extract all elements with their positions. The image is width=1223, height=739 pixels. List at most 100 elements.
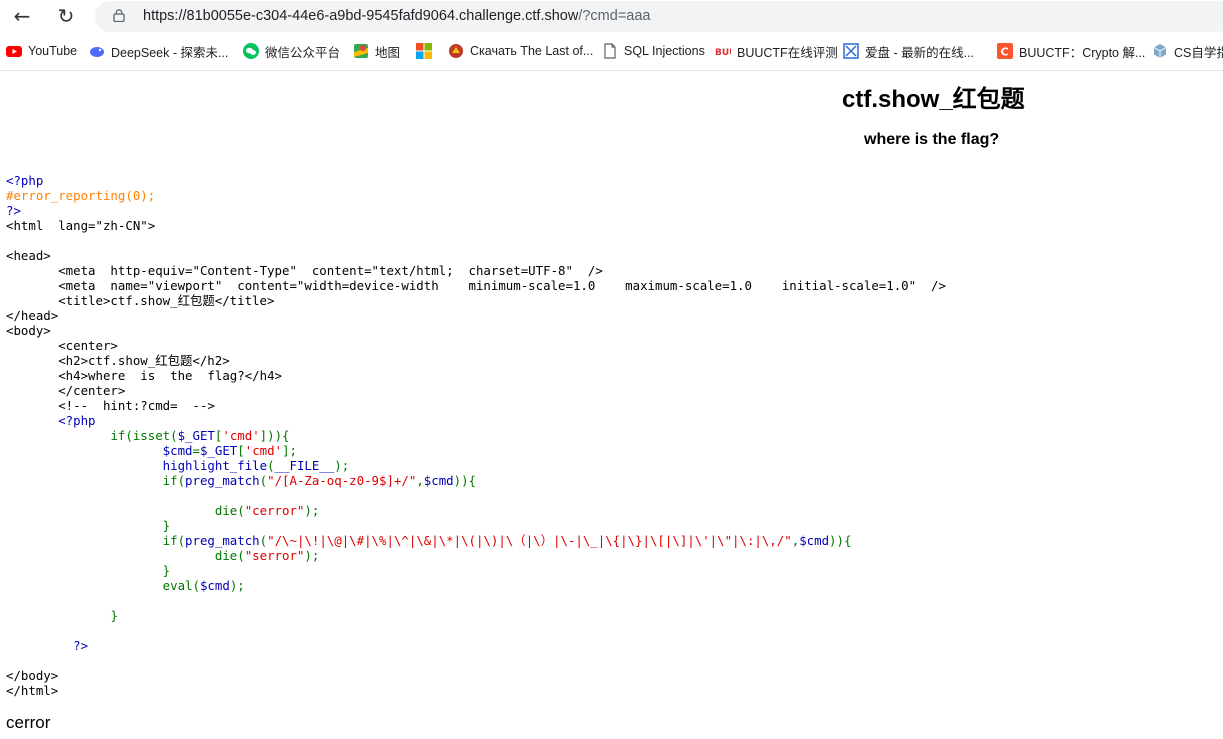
browser-toolbar: ← ↻ https://81b0055e-c304-44e6-a9bd-9545… bbox=[0, 0, 1223, 71]
code-token: 'cmd' bbox=[244, 443, 283, 458]
code-token: } bbox=[110, 608, 118, 623]
code-line: <?php bbox=[6, 413, 95, 428]
code-token: ?> bbox=[6, 203, 21, 218]
code-line: die("cerror"); bbox=[6, 503, 319, 518]
code-token: } bbox=[162, 518, 171, 533]
code-token: <center> bbox=[6, 338, 118, 353]
eval-output: cerror bbox=[6, 713, 51, 732]
bookmark-deepseek[interactable]: DeepSeek - 探索未... bbox=[89, 42, 228, 60]
code-line: ?> bbox=[6, 638, 88, 653]
code-line: } bbox=[6, 518, 170, 533]
code-token: highlight_file bbox=[162, 458, 268, 473]
buuctf-icon: BUU bbox=[715, 43, 736, 59]
code-line: } bbox=[6, 563, 170, 578]
game-icon bbox=[448, 43, 464, 59]
code-token: ); bbox=[304, 548, 320, 563]
microsoft-icon bbox=[416, 43, 432, 59]
bookmark-label: BUUCTF在线评测 bbox=[737, 45, 838, 60]
code-token: ]; bbox=[282, 443, 297, 458]
code-token: ); bbox=[229, 578, 245, 593]
bookmark-label: DeepSeek - 探索未... bbox=[111, 45, 229, 60]
code-token: <h2>ctf.show_红包题</h2> bbox=[6, 353, 230, 368]
code-token: if( bbox=[162, 533, 186, 548]
code-line: <h4>where is the flag?</h4> bbox=[6, 368, 282, 383]
bookmark-buuctf[interactable]: BUU BUUCTF在线评测 bbox=[715, 42, 838, 60]
code-token: preg_match bbox=[185, 473, 260, 488]
bookmark-cs-guide[interactable]: CS自学指 bbox=[1152, 42, 1223, 60]
code-token: </html> bbox=[6, 683, 59, 698]
address-bar[interactable]: https://81b0055e-c304-44e6-a9bd-9545fafd… bbox=[95, 1, 1223, 32]
deepseek-icon bbox=[89, 43, 105, 59]
back-arrow-icon[interactable]: ← bbox=[8, 4, 36, 28]
code-token: <meta http-equiv="Content-Type" content=… bbox=[6, 263, 603, 278]
code-line: eval($cmd); bbox=[6, 578, 245, 593]
code-token: ( bbox=[259, 473, 268, 488]
code-line: <?php bbox=[6, 173, 43, 188]
bookmark-maps[interactable]: 地图 bbox=[353, 42, 400, 60]
code-token: <meta name="viewport" content="width=dev… bbox=[6, 278, 946, 293]
bookmark-label: 地图 bbox=[375, 45, 401, 60]
code-line: highlight_file(__FILE__); bbox=[6, 458, 350, 473]
code-line: </html> bbox=[6, 683, 58, 698]
code-token: preg_match bbox=[185, 533, 260, 548]
bookmark-label: BUUCTF：Crypto 解... bbox=[1019, 45, 1146, 60]
page-content: ctf.show_红包题 where is the flag? <?php #e… bbox=[0, 71, 1223, 739]
url-text[interactable]: https://81b0055e-c304-44e6-a9bd-9545fafd… bbox=[143, 8, 650, 24]
code-line: <title>ctf.show_红包题</title> bbox=[6, 293, 274, 308]
code-line: <center> bbox=[6, 338, 118, 353]
code-token: ( bbox=[259, 533, 268, 548]
code-line: if(preg_match("/[A-Za-oq-z0-9$]+/",$cmd)… bbox=[6, 473, 476, 488]
code-token: <title>ctf.show_红包题</title> bbox=[6, 293, 275, 308]
code-line: #error_reporting(0); bbox=[6, 188, 155, 203]
svg-text:BUU: BUU bbox=[715, 48, 731, 58]
code-token: ?> bbox=[73, 638, 89, 653]
bookmark-aipan[interactable]: 爱盘 - 最新的在线... bbox=[843, 42, 974, 60]
code-line: <head> bbox=[6, 248, 51, 263]
code-token: "/\~|\!|\@|\#|\%|\^|\&|\*|\(|\)|\（|\）|\-… bbox=[267, 533, 792, 548]
code-line: <body> bbox=[6, 323, 51, 338]
code-token: } bbox=[162, 563, 171, 578]
maps-icon bbox=[353, 43, 369, 59]
bookmarks-bar: YouTube DeepSeek - 探索未... 微信公众平台 地图 Скач… bbox=[0, 38, 1223, 64]
url-query: /?cmd=aaa bbox=[578, 8, 651, 24]
code-line: </center> bbox=[6, 383, 125, 398]
bookmark-label: Скачать The Last of... bbox=[470, 44, 594, 58]
code-token: die( bbox=[214, 503, 245, 518]
lock-icon[interactable] bbox=[113, 9, 125, 22]
bookmark-game[interactable]: Скачать The Last of... bbox=[448, 42, 593, 60]
code-token: $_GET bbox=[177, 428, 215, 443]
code-token: </center> bbox=[6, 383, 126, 398]
code-token: <!-- hint:?cmd= --> bbox=[6, 398, 215, 413]
code-token: $cmd bbox=[799, 533, 830, 548]
bookmark-csdn[interactable]: C BUUCTF：Crypto 解... bbox=[997, 42, 1145, 60]
code-token: </head> bbox=[6, 308, 59, 323]
code-token: , bbox=[416, 473, 424, 488]
bookmark-wechat[interactable]: 微信公众平台 bbox=[243, 42, 340, 60]
code-token: eval( bbox=[162, 578, 200, 593]
code-line: </body> bbox=[6, 668, 58, 683]
code-token: if( bbox=[162, 473, 186, 488]
bookmark-youtube[interactable]: YouTube bbox=[6, 42, 77, 60]
bookmark-label: 爱盘 - 最新的在线... bbox=[865, 45, 975, 60]
reload-icon[interactable]: ↻ bbox=[52, 4, 80, 28]
svg-text:C: C bbox=[1001, 46, 1009, 59]
code-token: die( bbox=[214, 548, 245, 563]
code-token: )){ bbox=[829, 533, 852, 548]
bookmark-microsoft[interactable] bbox=[416, 42, 438, 60]
code-line: <html lang="zh-CN"> bbox=[6, 218, 155, 233]
code-token: $cmd bbox=[423, 473, 454, 488]
bookmark-label: SQL Injections bbox=[624, 44, 705, 58]
code-token: ); bbox=[304, 503, 320, 518]
code-token: "cerror" bbox=[244, 503, 305, 518]
code-line: <!-- hint:?cmd= --> bbox=[6, 398, 215, 413]
bookmark-sql-injections[interactable]: SQL Injections bbox=[602, 42, 705, 60]
code-token: $cmd bbox=[199, 578, 230, 593]
code-token: $cmd bbox=[162, 443, 193, 458]
code-line: <meta name="viewport" content="width=dev… bbox=[6, 278, 946, 293]
